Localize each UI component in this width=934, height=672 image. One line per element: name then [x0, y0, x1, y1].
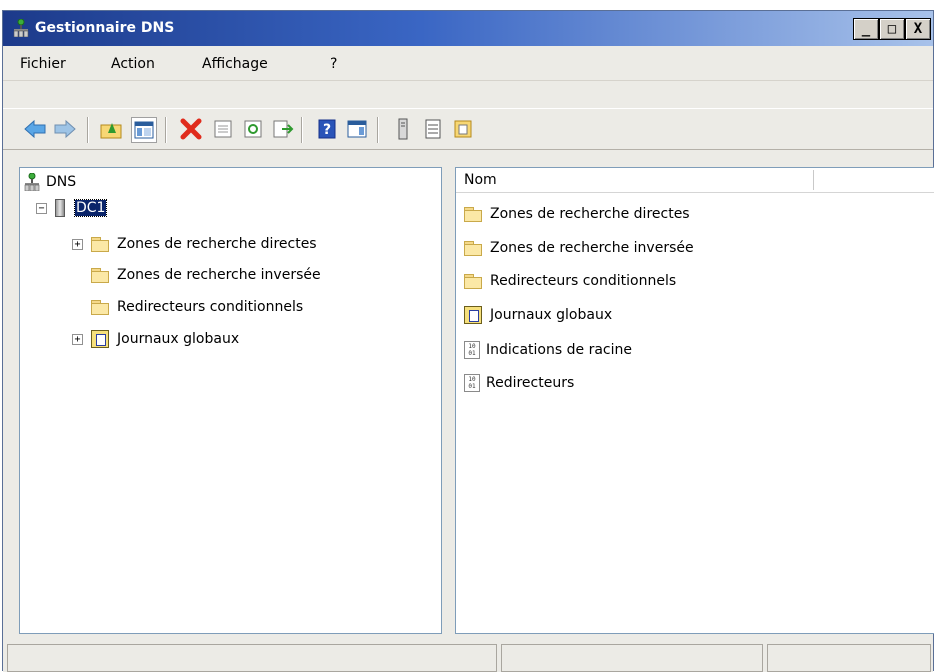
log-icon: [464, 306, 482, 324]
tree-node-dns[interactable]: DNS: [24, 171, 76, 193]
list-item-label: Zones de recherche inversée: [490, 240, 694, 256]
list-view-icon[interactable]: [421, 117, 445, 141]
expand-icon[interactable]: +: [72, 333, 83, 345]
toolbar-separator: [87, 117, 89, 143]
maximize-button[interactable]: □: [879, 18, 905, 40]
up-folder-icon[interactable]: [99, 117, 123, 141]
folder-icon: [464, 207, 482, 222]
window-title: Gestionnaire DNS: [35, 20, 175, 36]
refresh-icon[interactable]: [241, 117, 265, 141]
menu-fichier[interactable]: Fichier: [20, 56, 66, 72]
column-header: Nom: [456, 168, 934, 193]
help-icon[interactable]: ?: [315, 117, 339, 141]
status-cell: [7, 644, 497, 672]
dns-manager-window: Gestionnaire DNS _ □ X Fichier Action Af…: [2, 10, 934, 672]
tree-label: Zones de recherche directes: [117, 236, 317, 252]
close-button[interactable]: X: [905, 18, 931, 40]
minimize-button[interactable]: _: [853, 18, 879, 40]
tree-label: Journaux globaux: [117, 331, 240, 347]
list-item-label: Redirecteurs conditionnels: [490, 273, 677, 289]
tree-label-dns: DNS: [46, 174, 77, 190]
properties-icon[interactable]: [211, 117, 235, 141]
menu-affichage[interactable]: Affichage: [202, 56, 268, 72]
list-item[interactable]: 10 01 Indications de racine: [464, 339, 632, 361]
forward-icon[interactable]: [53, 117, 77, 141]
folder-icon: [91, 237, 109, 252]
expand-icon[interactable]: +: [72, 238, 83, 250]
tree-label-dc1: DC1: [73, 199, 108, 217]
back-icon[interactable]: [23, 117, 47, 141]
tree-label: Redirecteurs conditionnels: [117, 299, 304, 315]
list-item[interactable]: 10 01 Redirecteurs: [464, 372, 574, 394]
list-item[interactable]: Journaux globaux: [464, 304, 612, 326]
tree-pane[interactable]: DNS − DC1 + Zones de recherche directes …: [19, 167, 442, 634]
log-icon: [91, 330, 109, 348]
collapse-icon[interactable]: −: [36, 202, 47, 214]
svg-text:?: ?: [323, 122, 331, 138]
server-icon: [55, 199, 65, 217]
delete-icon[interactable]: [179, 117, 203, 141]
list-item-label: Journaux globaux: [490, 307, 613, 323]
menu-help[interactable]: ?: [330, 56, 337, 72]
menu-bar: Fichier Action Affichage ?: [3, 48, 933, 81]
toolbar: ?: [3, 108, 933, 150]
title-bar[interactable]: Gestionnaire DNS _ □ X: [3, 11, 933, 46]
folder-icon: [464, 241, 482, 256]
folder-icon: [91, 268, 109, 283]
tree-node-zones-inversee[interactable]: Zones de recherche inversée: [91, 264, 321, 286]
tree-node-journaux-globaux[interactable]: + Journaux globaux: [72, 328, 239, 350]
dns-icon: [24, 172, 40, 192]
binary-icon: 10 01: [464, 374, 480, 392]
binary-icon: 10 01: [464, 341, 480, 359]
folder-icon: [464, 274, 482, 289]
folder-icon: [91, 300, 109, 315]
tree-label: Zones de recherche inversée: [117, 267, 321, 283]
dns-app-icon: [13, 18, 29, 38]
list-item[interactable]: Redirecteurs conditionnels: [464, 270, 676, 292]
export-list-icon[interactable]: [271, 117, 295, 141]
status-cell: [501, 644, 763, 672]
toolbar-separator: [377, 117, 379, 143]
status-bar: [3, 642, 933, 672]
toolbar-separator: [165, 117, 167, 143]
status-cell: [767, 644, 931, 672]
window-controls: _ □ X: [853, 18, 931, 40]
column-header-empty[interactable]: [816, 170, 934, 190]
list-item[interactable]: Zones de recherche inversée: [464, 237, 694, 259]
tree-node-redirecteurs-conditionnels[interactable]: Redirecteurs conditionnels: [91, 296, 303, 318]
list-item[interactable]: Zones de recherche directes: [464, 203, 690, 225]
list-item-label: Redirecteurs: [486, 375, 575, 391]
show-action-pane-icon[interactable]: [345, 117, 369, 141]
show-hide-tree-icon[interactable]: [131, 117, 157, 143]
toolbar-separator: [301, 117, 303, 143]
tree-node-dc1[interactable]: − DC1: [36, 197, 108, 219]
server-icon[interactable]: [391, 117, 415, 141]
menu-action[interactable]: Action: [111, 56, 155, 72]
tree-node-zones-directes[interactable]: + Zones de recherche directes: [72, 233, 317, 255]
results-pane[interactable]: Nom Zones de recherche directes Zones de…: [455, 167, 934, 634]
new-window-icon[interactable]: [451, 117, 475, 141]
list-item-label: Zones de recherche directes: [490, 206, 690, 222]
column-header-nom[interactable]: Nom: [458, 170, 814, 190]
list-item-label: Indications de racine: [486, 342, 632, 358]
